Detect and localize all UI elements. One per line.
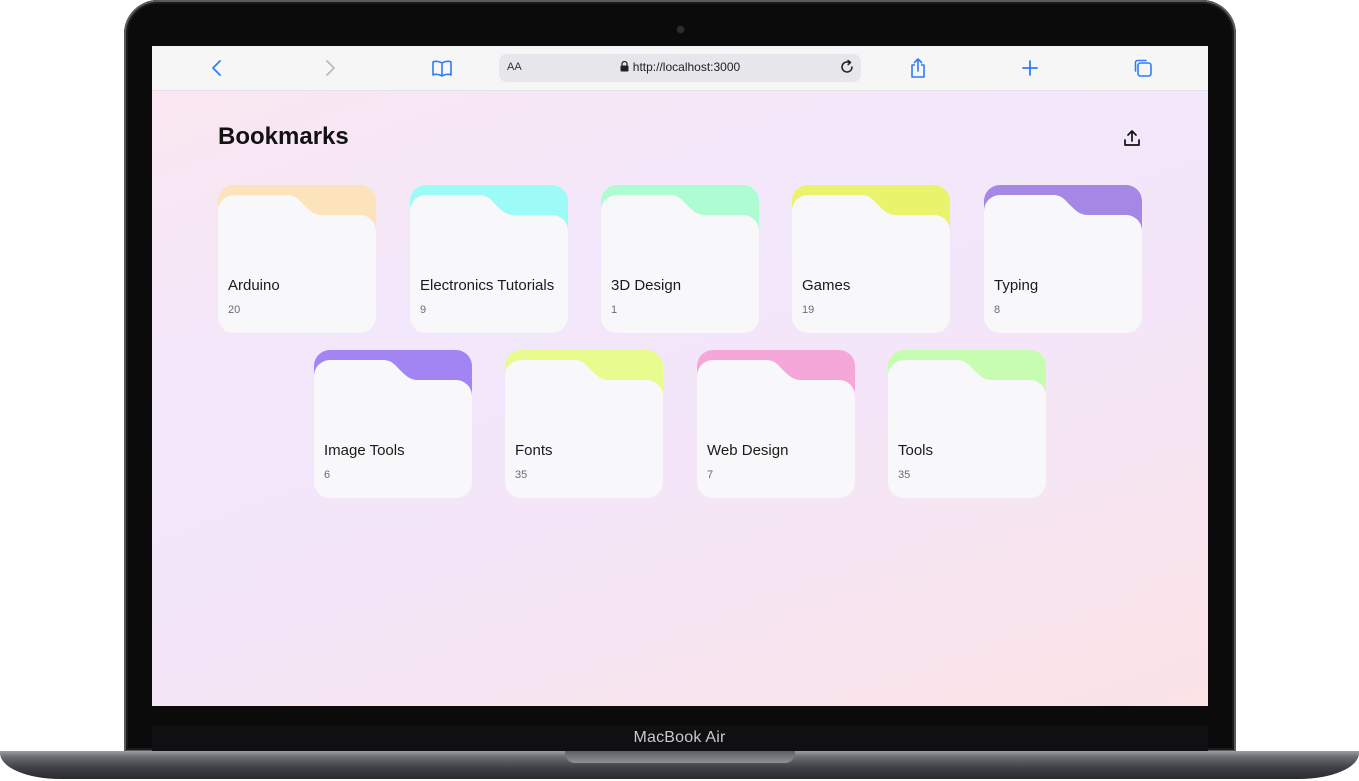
folder-icon <box>505 360 663 498</box>
folder-name: Electronics Tutorials <box>420 277 555 294</box>
bookmarks-button[interactable] <box>430 56 454 80</box>
chevron-left-icon <box>212 60 221 76</box>
folder-count: 9 <box>420 304 427 316</box>
folder-count: 19 <box>802 304 815 316</box>
folder-name: Fonts <box>515 442 553 459</box>
forward-button[interactable] <box>318 56 342 80</box>
folder-card[interactable]: Image Tools 6 <box>314 350 472 498</box>
share-button[interactable] <box>906 56 930 80</box>
folder-icon <box>888 360 1046 498</box>
folder-icon <box>792 195 950 333</box>
folder-name: Tools <box>898 442 934 459</box>
folder-count: 6 <box>324 469 331 481</box>
device-label: MacBook Air <box>633 729 726 746</box>
browser-toolbar: AA http://localhost:3000 <box>152 46 1208 91</box>
folder-card[interactable]: Arduino 20 <box>218 185 376 333</box>
folder-count: 8 <box>994 304 1001 316</box>
folder-count: 35 <box>515 469 528 481</box>
folder-card[interactable]: Fonts 35 <box>505 350 663 498</box>
chevron-right-icon <box>326 60 335 76</box>
tabs-overview-button[interactable] <box>1131 56 1155 80</box>
reload-button[interactable] <box>839 59 855 80</box>
lock-icon <box>620 61 629 72</box>
folder-count: 1 <box>611 304 618 316</box>
upload-button[interactable] <box>1120 126 1144 150</box>
folder-icon <box>314 360 472 498</box>
folder-card[interactable]: Electronics Tutorials 9 <box>410 185 568 333</box>
laptop-frame: MacBook Air AA http://localhost:3000 Boo… <box>0 0 1359 781</box>
folder-name: Typing <box>994 277 1039 294</box>
folder-icon <box>410 195 568 333</box>
folder-card[interactable]: Games 19 <box>792 185 950 333</box>
folder-icon <box>984 195 1142 333</box>
reload-icon <box>841 59 853 73</box>
folder-card[interactable]: Typing 8 <box>984 185 1142 333</box>
upload-icon <box>1124 130 1140 146</box>
folder-name: 3D Design <box>611 277 682 294</box>
page-title: Bookmarks <box>218 123 349 150</box>
tabs-icon <box>1134 59 1152 77</box>
folder-name: Games <box>802 277 851 294</box>
browser-screen: AA http://localhost:3000 Bookmarks Ardui… <box>152 46 1208 706</box>
plus-icon <box>1022 60 1038 76</box>
folder-icon <box>697 360 855 498</box>
folder-count: 35 <box>898 469 911 481</box>
folder-card[interactable]: Web Design 7 <box>697 350 855 498</box>
new-tab-button[interactable] <box>1018 56 1042 80</box>
folder-icon <box>601 195 759 333</box>
folder-card[interactable]: Tools 35 <box>888 350 1046 498</box>
share-icon <box>911 58 925 78</box>
url-text: http://localhost:3000 <box>632 60 741 74</box>
address-bar[interactable]: AA http://localhost:3000 <box>499 54 861 82</box>
book-icon <box>432 60 452 77</box>
back-button[interactable] <box>205 56 229 80</box>
folder-count: 7 <box>707 469 714 481</box>
folder-count: 20 <box>228 304 241 316</box>
folder-name: Web Design <box>707 442 789 459</box>
folder-name: Arduino <box>228 277 280 294</box>
folder-name: Image Tools <box>324 442 405 459</box>
camera-icon <box>677 26 684 33</box>
folder-card[interactable]: 3D Design 1 <box>601 185 759 333</box>
folder-icon <box>218 195 376 333</box>
laptop-notch <box>565 751 795 763</box>
